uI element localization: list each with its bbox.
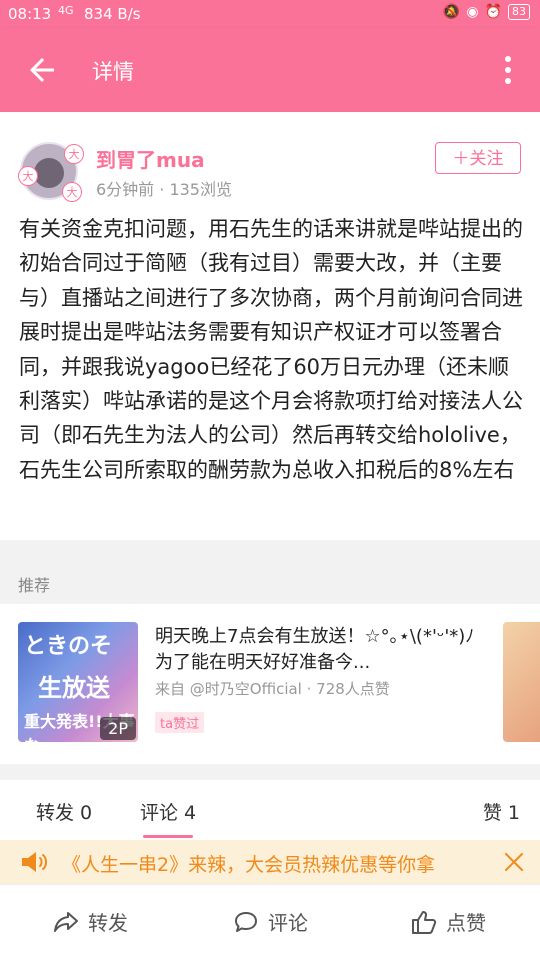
tab-active-indicator [143, 835, 193, 838]
signal-icon: 4G [58, 4, 74, 17]
recommend-title[interactable]: 明天晚上7点会有生放送！☆°｡⋆\(*'ᵕ'*)ﾉ 为了能在明天好好准备今... [155, 624, 492, 676]
page-title: 详情 [92, 60, 134, 84]
username[interactable]: 到胃了mua [96, 144, 205, 173]
comment-icon [235, 911, 257, 932]
recommend-label: 推荐 [18, 576, 51, 595]
comment-label: 评论 [268, 911, 308, 935]
post-card: 大 大 大 到胃了mua 6分钟前 · 135浏览 ＋关注 有关资金克扣问题，用… [0, 112, 540, 540]
comment-button[interactable]: 评论 [232, 907, 308, 936]
alarm-icon: ⏰ [484, 4, 502, 20]
page-count-badge: 2P [100, 717, 136, 740]
megaphone-icon [22, 852, 47, 872]
thumbnail-text: ときのそ [24, 634, 113, 659]
follow-button[interactable]: ＋关注 [435, 142, 521, 174]
tab-like[interactable]: 赞 1 [483, 798, 520, 825]
network-speed: 834 B/s [84, 5, 141, 23]
data-saver-icon: ◉ [466, 4, 479, 20]
like-button[interactable]: 点赞 [410, 907, 486, 936]
thumbnail-text: 生放送 [38, 674, 110, 702]
promo-banner[interactable]: 《人生一串2》来辣，大会员热辣优惠等你拿 [0, 840, 540, 884]
bottom-action-bar: 转发 评论 点赞 [0, 884, 540, 961]
post-content: 有关资金克扣问题，用石先生的话来讲就是哔站提出的初始合同过于简陋（我有过目）需要… [19, 217, 523, 482]
share-button[interactable]: 转发 [52, 907, 128, 936]
badge-icon: 大 [18, 166, 38, 186]
tab-share[interactable]: 转发 0 [36, 798, 92, 825]
like-label: 点赞 [446, 911, 486, 935]
more-vertical-icon[interactable] [502, 54, 514, 86]
badge-icon: 大 [64, 144, 84, 164]
status-icons: 🔕 ◉ ⏰ 83 [443, 4, 530, 20]
thumbs-up-icon [412, 910, 437, 934]
post-meta: 6分钟前 · 135浏览 [96, 180, 232, 199]
close-icon[interactable] [504, 852, 524, 872]
share-icon [54, 911, 78, 932]
recommend-source: 来自 @时乃空Official · 728人点赞 [155, 680, 390, 698]
tab-comment[interactable]: 评论 4 [140, 798, 196, 825]
avatar-image [34, 158, 64, 188]
status-bar: 08:13 4G 834 B/s 🔕 ◉ ⏰ 83 [0, 0, 540, 28]
back-arrow-icon[interactable] [24, 52, 60, 88]
next-recommend-thumbnail[interactable] [503, 622, 540, 742]
liked-tag: ta赞过 [155, 712, 205, 733]
recommend-thumbnail[interactable]: ときのそ 生放送 重大発表!!大事な 2P [18, 622, 138, 742]
battery-icon: 83 [508, 4, 530, 20]
status-time: 08:13 [8, 5, 52, 23]
app-bar: 详情 [0, 28, 540, 112]
promo-text[interactable]: 《人生一串2》来辣，大会员热辣优惠等你拿 [62, 850, 435, 877]
recommend-card[interactable]: ときのそ 生放送 重大発表!!大事な 2P 明天晚上7点会有生放送！☆°｡⋆\(… [0, 604, 540, 764]
bell-off-icon: 🔕 [442, 4, 461, 20]
share-label: 转发 [88, 911, 128, 935]
interaction-tabs: 转发 0 评论 4 赞 1 [0, 780, 540, 840]
badge-icon: 大 [62, 182, 82, 202]
